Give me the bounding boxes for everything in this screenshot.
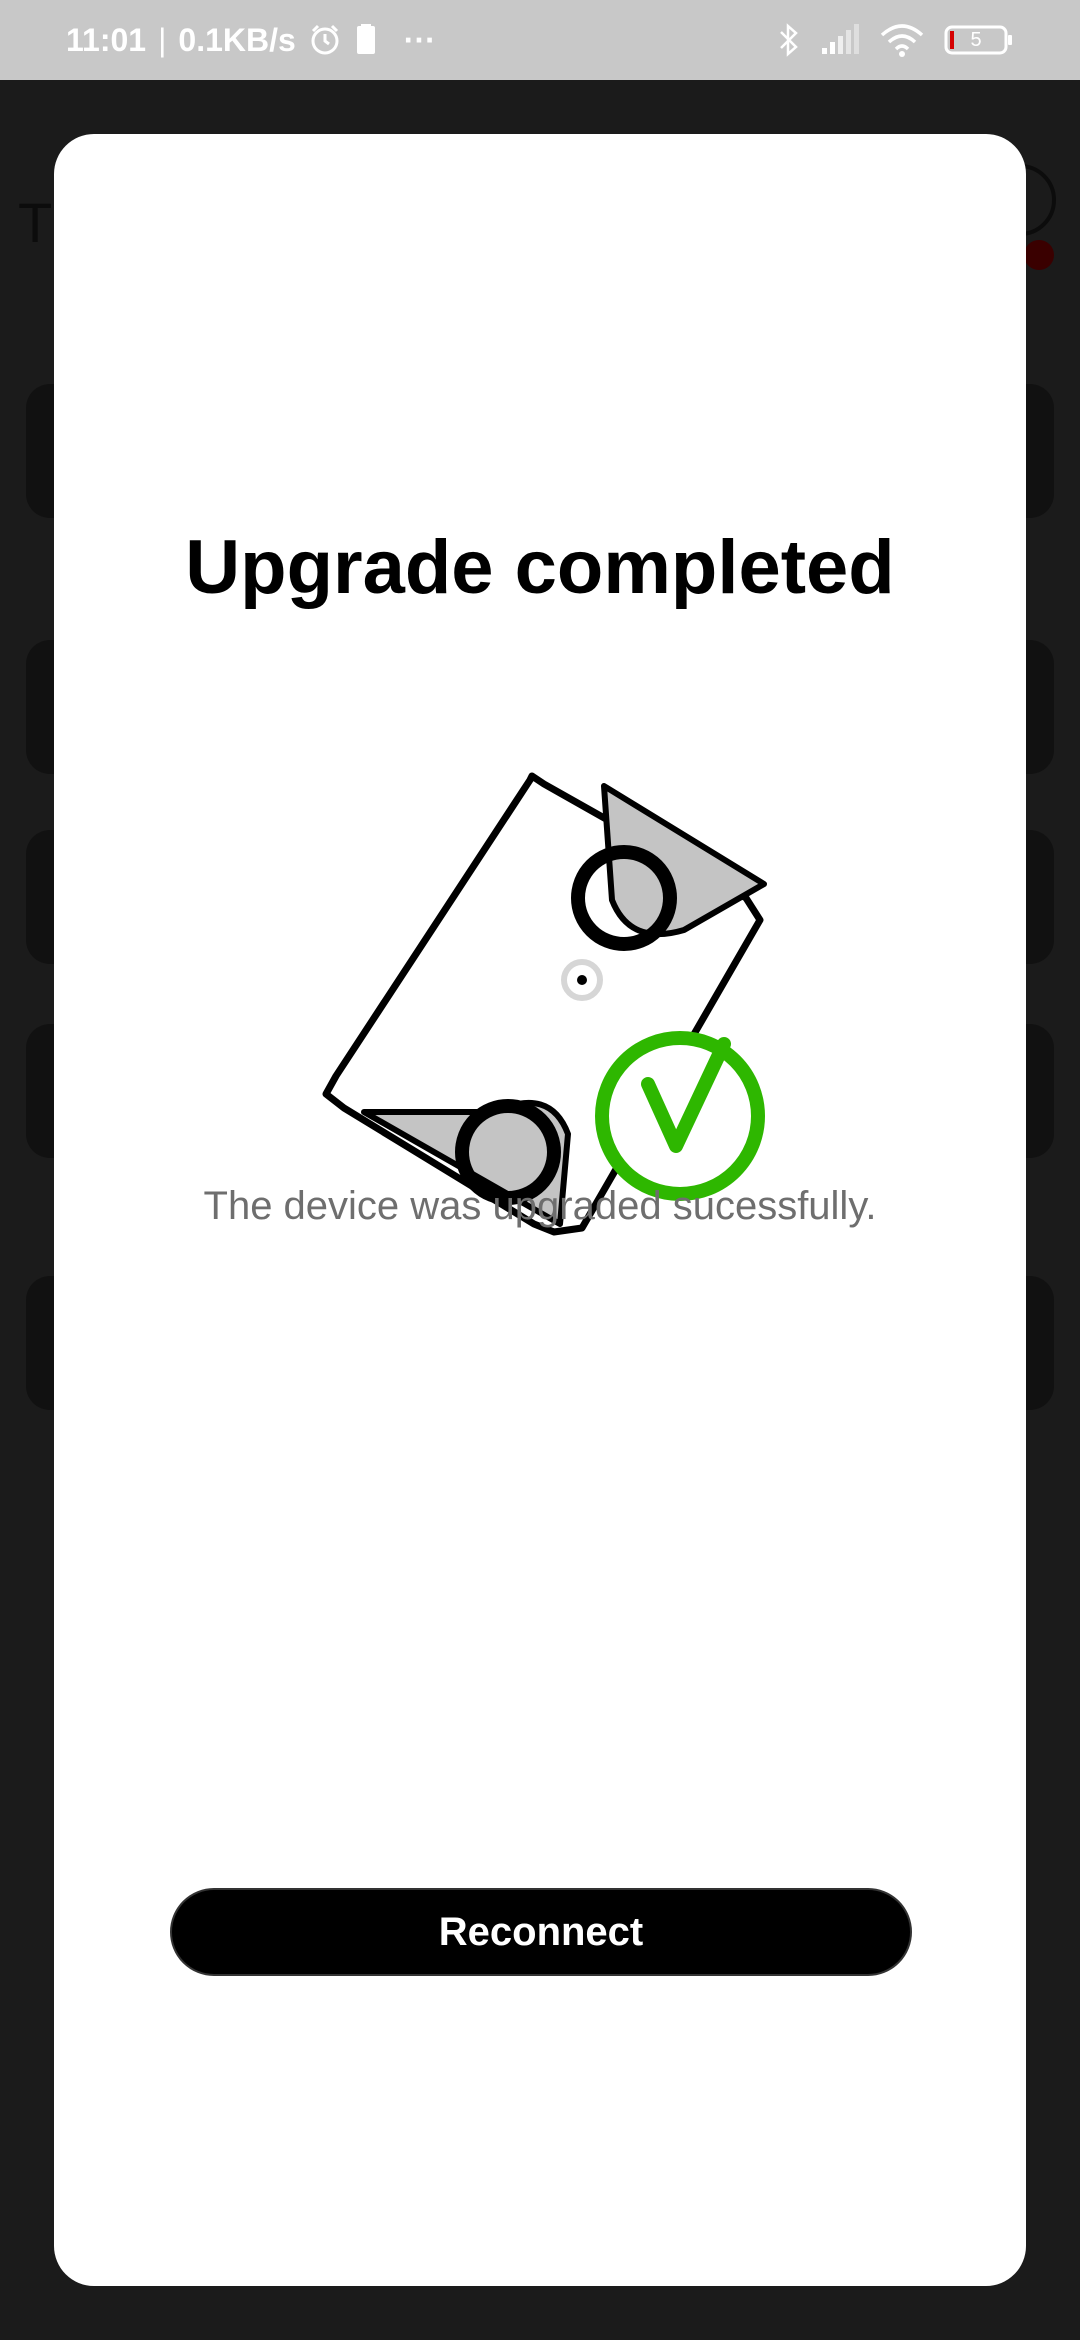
status-separator: | <box>158 21 167 58</box>
notification-dot <box>1024 240 1054 270</box>
bluetooth-icon <box>778 22 800 58</box>
reconnect-button[interactable]: Reconnect <box>170 1888 912 1976</box>
dialog-title: Upgrade completed <box>185 525 895 610</box>
more-indicator: ··· <box>403 21 436 58</box>
check-icon <box>595 1031 765 1201</box>
alarm-icon <box>308 23 342 57</box>
status-right: 5 <box>778 22 1014 58</box>
status-left: 11:01 | 0.1KB/s ··· <box>66 22 436 59</box>
battery-icon: 5 <box>944 24 1014 56</box>
reconnect-label: Reconnect <box>438 1909 644 1954</box>
wifi-icon <box>880 23 924 57</box>
battery-level: 5 <box>970 28 982 51</box>
network-speed: 0.1KB/s <box>178 21 296 58</box>
sim-card-icon <box>354 24 378 56</box>
upgrade-complete-dialog: Upgrade completed The device was upgrade… <box>54 134 1026 2286</box>
signal-icon <box>820 24 860 56</box>
status-time: 11:01 <box>66 21 147 58</box>
dialog-message: The device was upgraded sucessfully. <box>203 1184 877 1228</box>
status-bar: 11:01 | 0.1KB/s ··· 5 <box>0 0 1080 80</box>
background-title: T <box>18 191 53 254</box>
